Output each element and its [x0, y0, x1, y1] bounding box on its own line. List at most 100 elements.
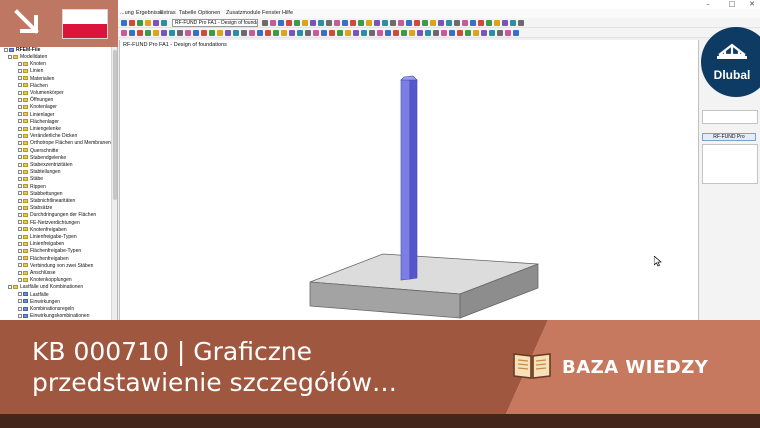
menu-item-5[interactable]: Zusatzmodule	[226, 10, 261, 16]
expand-toggle-icon[interactable]	[18, 227, 22, 232]
toolbar-button-icon[interactable]	[502, 20, 508, 26]
toolbar-button-icon[interactable]	[446, 20, 452, 26]
tree-item[interactable]: Verbindung von zwei Stäben	[18, 263, 93, 270]
tree-item[interactable]: Flächenfreigabe-Typen	[18, 248, 81, 255]
expand-toggle-icon[interactable]	[18, 155, 22, 160]
expand-toggle-icon[interactable]	[18, 277, 22, 282]
tree-item[interactable]: Einwirkungen	[18, 299, 60, 306]
toolbar-button-icon[interactable]	[398, 20, 404, 26]
toolbar-button-icon[interactable]	[406, 20, 412, 26]
toolbar-button-icon[interactable]	[337, 30, 343, 36]
expand-toggle-icon[interactable]	[18, 263, 22, 268]
toolbar-button-icon[interactable]	[478, 20, 484, 26]
expand-toggle-icon[interactable]	[18, 313, 22, 318]
toolbar-button-icon[interactable]	[393, 30, 399, 36]
maximize-icon[interactable]: □	[724, 0, 740, 9]
navigator-scrollbar[interactable]	[111, 46, 117, 320]
toolbar-button-icon[interactable]	[233, 30, 239, 36]
toolbar-button-icon[interactable]	[441, 30, 447, 36]
rf-fund-pro-button[interactable]: RF-FUND Pro	[702, 133, 756, 141]
toolbar-button-icon[interactable]	[449, 30, 455, 36]
tree-item[interactable]: Volumenkörper	[18, 90, 64, 97]
expand-toggle-icon[interactable]	[18, 270, 22, 275]
expand-toggle-icon[interactable]	[18, 306, 22, 311]
toolbar-button-icon[interactable]	[121, 30, 127, 36]
toolbar-button-icon[interactable]	[510, 20, 516, 26]
toolbar-button-icon[interactable]	[169, 30, 175, 36]
expand-toggle-icon[interactable]	[18, 292, 22, 297]
toolbar-button-icon[interactable]	[401, 30, 407, 36]
expand-toggle-icon[interactable]	[18, 112, 22, 117]
expand-toggle-icon[interactable]	[18, 97, 22, 102]
toolbar-button-icon[interactable]	[438, 20, 444, 26]
toolbar-button-icon[interactable]	[161, 30, 167, 36]
close-icon[interactable]: ✕	[744, 0, 760, 9]
toolbar-button-icon[interactable]	[241, 30, 247, 36]
expand-toggle-icon[interactable]	[18, 61, 22, 66]
tree-item[interactable]: Einwirkungskombinationen	[18, 313, 89, 320]
tree-item[interactable]: Orthotrope Flächen und Membranen	[18, 140, 111, 147]
menu-item-3[interactable]: Tabelle	[179, 10, 196, 16]
expand-toggle-icon[interactable]	[18, 299, 22, 304]
toolbar-button-icon[interactable]	[430, 20, 436, 26]
toolbar-button-icon[interactable]	[457, 30, 463, 36]
tree-item[interactable]: Linienfreigabe-Typen	[18, 234, 77, 241]
toolbar-button-icon[interactable]	[273, 30, 279, 36]
toolbar-button-icon[interactable]	[342, 20, 348, 26]
toolbar-button-icon[interactable]	[454, 20, 460, 26]
tree-item[interactable]: Anschlüsse	[18, 270, 56, 277]
toolbar-button-icon[interactable]	[310, 20, 316, 26]
toolbar-button-icon[interactable]	[382, 20, 388, 26]
toolbar-button-icon[interactable]	[326, 20, 332, 26]
toolbar-button-icon[interactable]	[270, 20, 276, 26]
tree-item[interactable]: Stabendgelenke	[18, 155, 66, 162]
toolbar-button-icon[interactable]	[366, 20, 372, 26]
toolbar-button-icon[interactable]	[129, 30, 135, 36]
toolbar-button-icon[interactable]	[513, 30, 519, 36]
tree-item[interactable]: Stabteilungen	[18, 169, 61, 176]
toolbar-button-icon[interactable]	[145, 20, 151, 26]
tree-item[interactable]: Linienfreigaben	[18, 241, 64, 248]
expand-toggle-icon[interactable]	[18, 205, 22, 210]
expand-toggle-icon[interactable]	[18, 256, 22, 261]
menu-item-6[interactable]: Fenster	[262, 10, 281, 16]
expand-toggle-icon[interactable]	[18, 76, 22, 81]
toolbar-button-icon[interactable]	[281, 30, 287, 36]
tree-item[interactable]: Kombinationsregeln	[18, 306, 74, 313]
toolbar-button-icon[interactable]	[201, 30, 207, 36]
menu-item-7[interactable]: Hilfe	[282, 10, 293, 16]
toolbar-button-icon[interactable]	[153, 30, 159, 36]
toolbar-button-icon[interactable]	[262, 20, 268, 26]
tree-item[interactable]: Flächenlager	[18, 119, 59, 126]
tree-item[interactable]: Linienlager	[18, 112, 54, 119]
tree-item[interactable]: Knotenkopplungen	[18, 277, 72, 284]
toolbar-button-icon[interactable]	[414, 20, 420, 26]
scroll-thumb[interactable]	[113, 50, 117, 200]
toolbar-button-icon[interactable]	[350, 20, 356, 26]
toolbar-button-icon[interactable]	[289, 30, 295, 36]
tree-item[interactable]: Knoten	[18, 61, 46, 68]
toolbar-button-icon[interactable]	[249, 30, 255, 36]
tree-item[interactable]: Materialien	[18, 76, 54, 83]
toolbar-button-icon[interactable]	[505, 30, 511, 36]
toolbar-button-icon[interactable]	[374, 20, 380, 26]
toolbar-button-icon[interactable]	[265, 30, 271, 36]
tree-item[interactable]: Lastfälle und Kombinationen	[8, 284, 83, 291]
toolbar-button-icon[interactable]	[425, 30, 431, 36]
toolbar-button-icon[interactable]	[377, 30, 383, 36]
tree-item[interactable]: Knotenfreigaben	[18, 227, 67, 234]
toolbar-button-icon[interactable]	[177, 30, 183, 36]
expand-toggle-icon[interactable]	[18, 126, 22, 131]
toolbar-button-icon[interactable]	[225, 30, 231, 36]
toolbar-button-icon[interactable]	[185, 30, 191, 36]
expand-toggle-icon[interactable]	[18, 169, 22, 174]
menu-item-4[interactable]: Optionen	[198, 10, 220, 16]
toolbar-button-icon[interactable]	[193, 30, 199, 36]
expand-toggle-icon[interactable]	[18, 119, 22, 124]
tree-item[interactable]: Querschnitte	[18, 148, 58, 155]
expand-toggle-icon[interactable]	[18, 133, 22, 138]
menu-item-2[interactable]: Extras	[160, 10, 176, 16]
toolbar-button-icon[interactable]	[318, 20, 324, 26]
tree-item[interactable]: Stabexzentrizitäten	[18, 162, 73, 169]
toolbar-button-icon[interactable]	[361, 30, 367, 36]
